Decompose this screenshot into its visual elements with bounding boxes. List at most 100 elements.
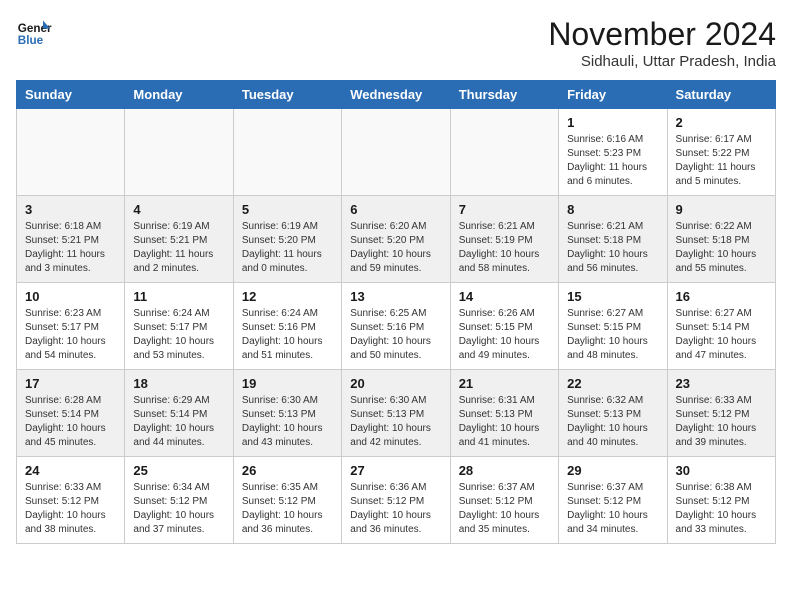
calendar-cell: 18 Sunrise: 6:29 AM Sunset: 5:14 PM Dayli… (125, 370, 233, 457)
day-number: 24 (25, 463, 116, 478)
calendar-cell: 24 Sunrise: 6:33 AM Sunset: 5:12 PM Dayli… (17, 457, 125, 544)
day-info: Sunrise: 6:23 AM Sunset: 5:17 PM Dayligh… (25, 307, 116, 363)
calendar-cell: 20Sunrise: 6:30 AM Sunset: 5:13 PM Dayli… (342, 370, 450, 457)
day-info: Sunrise: 6:25 AM Sunset: 5:16 PM Dayligh… (350, 307, 441, 363)
day-number: 13 (350, 289, 441, 304)
day-info: Sunrise: 6:29 AM Sunset: 5:14 PM Dayligh… (133, 394, 224, 450)
calendar-cell: 9 Sunrise: 6:22 AM Sunset: 5:18 PM Daylig… (667, 196, 775, 283)
day-info: Sunrise: 6:27 AM Sunset: 5:14 PM Dayligh… (676, 307, 767, 363)
calendar-cell (17, 109, 125, 196)
week-row-3: 10 Sunrise: 6:23 AM Sunset: 5:17 PM Dayli… (17, 283, 776, 370)
calendar-cell: 19 Sunrise: 6:30 AM Sunset: 5:13 PM Dayli… (233, 370, 341, 457)
weekday-header-saturday: Saturday (667, 81, 775, 109)
day-info: Sunrise: 6:36 AM Sunset: 5:12 PM Dayligh… (350, 481, 441, 537)
calendar-cell: 12Sunrise: 6:24 AM Sunset: 5:16 PM Dayli… (233, 283, 341, 370)
calendar-cell: 6 Sunrise: 6:20 AM Sunset: 5:20 PM Daylig… (342, 196, 450, 283)
weekday-header-monday: Monday (125, 81, 233, 109)
day-info: Sunrise: 6:24 AM Sunset: 5:17 PM Dayligh… (133, 307, 224, 363)
calendar-cell: 2Sunrise: 6:17 AM Sunset: 5:22 PM Daylig… (667, 109, 775, 196)
calendar-cell: 13 Sunrise: 6:25 AM Sunset: 5:16 PM Dayli… (342, 283, 450, 370)
day-info: Sunrise: 6:26 AM Sunset: 5:15 PM Dayligh… (459, 307, 550, 363)
day-info: Sunrise: 6:18 AM Sunset: 5:21 PM Dayligh… (25, 220, 116, 276)
calendar-cell: 7 Sunrise: 6:21 AM Sunset: 5:19 PM Daylig… (450, 196, 558, 283)
calendar-cell (125, 109, 233, 196)
weekday-header-row: SundayMondayTuesdayWednesdayThursdayFrid… (17, 81, 776, 109)
calendar-cell: 22 Sunrise: 6:32 AM Sunset: 5:13 PM Dayli… (559, 370, 667, 457)
day-number: 15 (567, 289, 658, 304)
day-number: 8 (567, 202, 658, 217)
week-row-4: 17 Sunrise: 6:28 AM Sunset: 5:14 PM Dayli… (17, 370, 776, 457)
day-number: 16 (676, 289, 767, 304)
logo: General Blue (16, 16, 52, 52)
calendar-cell: 15 Sunrise: 6:27 AM Sunset: 5:15 PM Dayli… (559, 283, 667, 370)
day-info: Sunrise: 6:21 AM Sunset: 5:18 PM Dayligh… (567, 220, 658, 276)
day-number: 5 (242, 202, 333, 217)
day-number: 4 (133, 202, 224, 217)
week-row-1: 1Sunrise: 6:16 AM Sunset: 5:23 PM Daylig… (17, 109, 776, 196)
month-title: November 2024 (548, 16, 776, 53)
calendar-table: SundayMondayTuesdayWednesdayThursdayFrid… (16, 80, 776, 544)
calendar-cell: 3 Sunrise: 6:18 AM Sunset: 5:21 PM Daylig… (17, 196, 125, 283)
day-info: Sunrise: 6:33 AM Sunset: 5:12 PM Dayligh… (25, 481, 116, 537)
calendar-cell (233, 109, 341, 196)
day-number: 20 (350, 376, 441, 391)
logo-icon: General Blue (16, 16, 52, 52)
day-number: 29 (567, 463, 658, 478)
calendar-cell: 21 Sunrise: 6:31 AM Sunset: 5:13 PM Dayli… (450, 370, 558, 457)
day-number: 14 (459, 289, 550, 304)
day-number: 21 (459, 376, 550, 391)
day-number: 26 (242, 463, 333, 478)
day-number: 30 (676, 463, 767, 478)
day-number: 18 (133, 376, 224, 391)
day-number: 11 (133, 289, 224, 304)
day-info: Sunrise: 6:17 AM Sunset: 5:22 PM Dayligh… (676, 133, 767, 189)
calendar-cell: 29Sunrise: 6:37 AM Sunset: 5:12 PM Dayli… (559, 457, 667, 544)
calendar-cell: 11 Sunrise: 6:24 AM Sunset: 5:17 PM Dayli… (125, 283, 233, 370)
weekday-header-thursday: Thursday (450, 81, 558, 109)
svg-text:Blue: Blue (18, 34, 44, 47)
calendar-cell (342, 109, 450, 196)
day-number: 6 (350, 202, 441, 217)
day-info: Sunrise: 6:33 AM Sunset: 5:12 PM Dayligh… (676, 394, 767, 450)
day-info: Sunrise: 6:30 AM Sunset: 5:13 PM Dayligh… (242, 394, 333, 450)
calendar-cell (450, 109, 558, 196)
calendar-cell: 4Sunrise: 6:19 AM Sunset: 5:21 PM Daylig… (125, 196, 233, 283)
day-info: Sunrise: 6:16 AM Sunset: 5:23 PM Dayligh… (567, 133, 658, 189)
calendar-cell: 28Sunrise: 6:37 AM Sunset: 5:12 PM Dayli… (450, 457, 558, 544)
day-info: Sunrise: 6:21 AM Sunset: 5:19 PM Dayligh… (459, 220, 550, 276)
calendar-cell: 1Sunrise: 6:16 AM Sunset: 5:23 PM Daylig… (559, 109, 667, 196)
day-number: 25 (133, 463, 224, 478)
weekday-header-sunday: Sunday (17, 81, 125, 109)
weekday-header-tuesday: Tuesday (233, 81, 341, 109)
day-info: Sunrise: 6:22 AM Sunset: 5:18 PM Dayligh… (676, 220, 767, 276)
day-number: 10 (25, 289, 116, 304)
day-info: Sunrise: 6:37 AM Sunset: 5:12 PM Dayligh… (459, 481, 550, 537)
day-info: Sunrise: 6:32 AM Sunset: 5:13 PM Dayligh… (567, 394, 658, 450)
day-info: Sunrise: 6:34 AM Sunset: 5:12 PM Dayligh… (133, 481, 224, 537)
day-info: Sunrise: 6:20 AM Sunset: 5:20 PM Dayligh… (350, 220, 441, 276)
title-area: November 2024 Sidhauli, Uttar Pradesh, I… (548, 16, 776, 70)
day-info: Sunrise: 6:31 AM Sunset: 5:13 PM Dayligh… (459, 394, 550, 450)
calendar-cell: 10 Sunrise: 6:23 AM Sunset: 5:17 PM Dayli… (17, 283, 125, 370)
calendar-cell: 16 Sunrise: 6:27 AM Sunset: 5:14 PM Dayli… (667, 283, 775, 370)
calendar-cell: 8 Sunrise: 6:21 AM Sunset: 5:18 PM Daylig… (559, 196, 667, 283)
day-number: 3 (25, 202, 116, 217)
day-number: 23 (676, 376, 767, 391)
header: General Blue November 2024 Sidhauli, Utt… (16, 16, 776, 70)
calendar-cell: 5Sunrise: 6:19 AM Sunset: 5:20 PM Daylig… (233, 196, 341, 283)
day-number: 17 (25, 376, 116, 391)
location-subtitle: Sidhauli, Uttar Pradesh, India (548, 53, 776, 70)
day-info: Sunrise: 6:27 AM Sunset: 5:15 PM Dayligh… (567, 307, 658, 363)
day-number: 22 (567, 376, 658, 391)
calendar-cell: 25 Sunrise: 6:34 AM Sunset: 5:12 PM Dayli… (125, 457, 233, 544)
day-info: Sunrise: 6:28 AM Sunset: 5:14 PM Dayligh… (25, 394, 116, 450)
calendar-cell: 30 Sunrise: 6:38 AM Sunset: 5:12 PM Dayli… (667, 457, 775, 544)
day-number: 7 (459, 202, 550, 217)
day-info: Sunrise: 6:35 AM Sunset: 5:12 PM Dayligh… (242, 481, 333, 537)
calendar-cell: 27Sunrise: 6:36 AM Sunset: 5:12 PM Dayli… (342, 457, 450, 544)
day-number: 9 (676, 202, 767, 217)
day-number: 12 (242, 289, 333, 304)
day-info: Sunrise: 6:38 AM Sunset: 5:12 PM Dayligh… (676, 481, 767, 537)
calendar-cell: 23 Sunrise: 6:33 AM Sunset: 5:12 PM Dayli… (667, 370, 775, 457)
day-number: 19 (242, 376, 333, 391)
